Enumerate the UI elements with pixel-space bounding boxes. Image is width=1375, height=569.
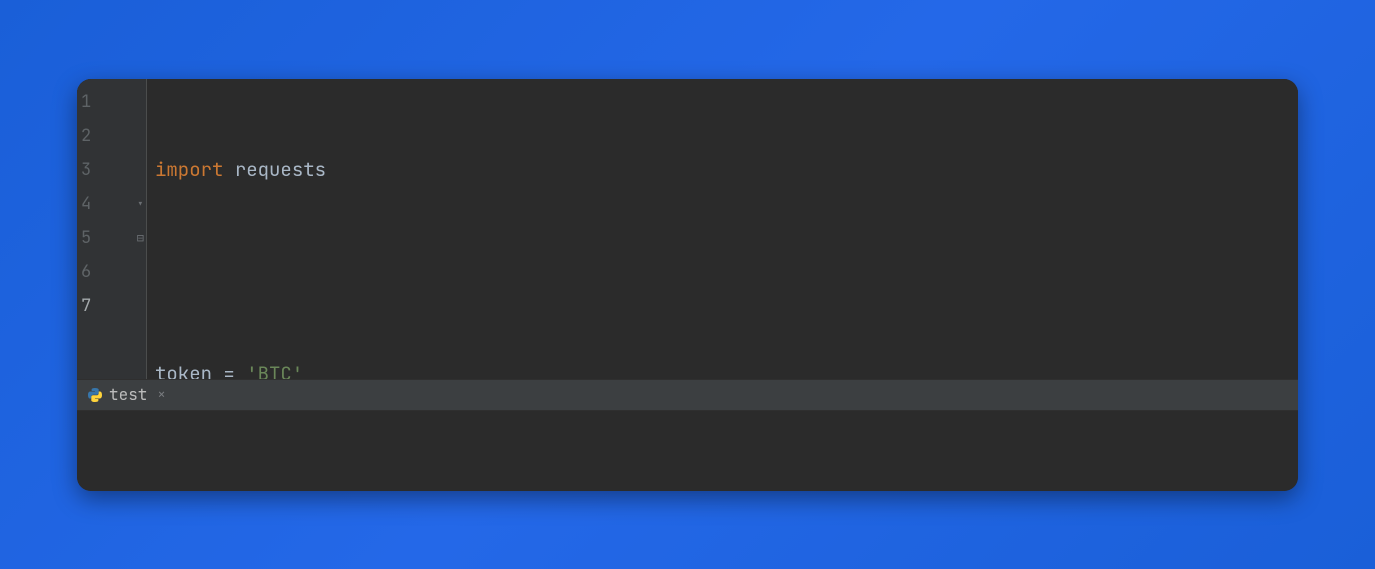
line-number[interactable]: 6 — [77, 255, 146, 289]
run-console[interactable]: C:\Users\\PycharmProjects\tests\venv\Scr… — [77, 411, 1298, 491]
line-number[interactable]: 2 — [77, 119, 146, 153]
code-editor[interactable]: import requests token = 'BTC' response =… — [147, 79, 1298, 379]
ide-window: 1 2 3 4▾ 5⊟ 6 7 import requests token = … — [77, 79, 1298, 491]
line-number[interactable]: 3 — [77, 153, 146, 187]
run-tool-header: test × — [77, 379, 1298, 411]
python-icon — [87, 387, 103, 403]
editor-pane: 1 2 3 4▾ 5⊟ 6 7 import requests token = … — [77, 79, 1298, 379]
fold-minus-icon[interactable]: ⊟ — [137, 221, 144, 255]
line-number[interactable]: 5⊟ — [77, 221, 146, 255]
console-line-command: C:\Users\\PycharmProjects\tests\venv\Scr… — [101, 489, 1298, 491]
line-number[interactable]: 1 — [77, 85, 146, 119]
fold-start-icon[interactable]: ▾ — [137, 187, 144, 221]
code-line[interactable]: token = 'BTC' — [155, 357, 1298, 379]
line-number[interactable]: 7 — [77, 289, 146, 323]
close-icon[interactable]: × — [157, 386, 165, 404]
code-line[interactable]: import requests — [155, 153, 1298, 187]
run-tab-test[interactable]: test × — [83, 380, 174, 410]
line-number[interactable]: 4▾ — [77, 187, 146, 221]
editor-gutter[interactable]: 1 2 3 4▾ 5⊟ 6 7 — [77, 79, 147, 379]
run-tab-label: test — [109, 384, 147, 405]
code-line[interactable] — [155, 255, 1298, 289]
